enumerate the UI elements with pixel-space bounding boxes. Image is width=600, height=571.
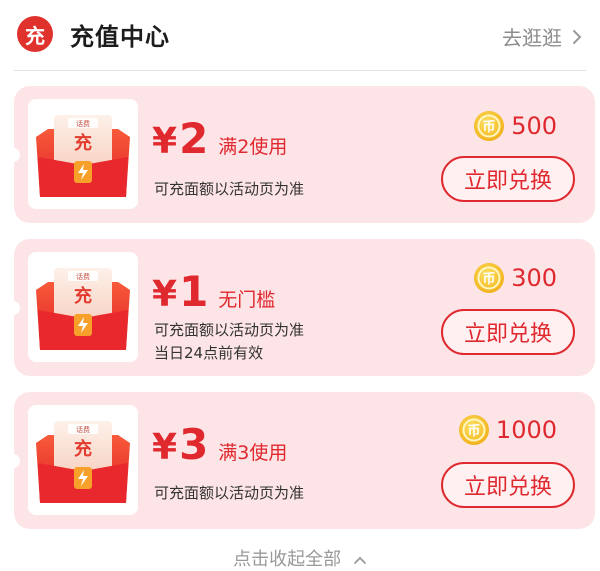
go-browse-label: 去逛逛 [502,26,562,50]
collapse-all-button[interactable]: 点击收起全部 [0,545,600,571]
coin-icon: 币 [474,111,505,141]
phone-bill-coupon-thumbnail: 话费 充 [28,405,138,515]
coupon-note: 可充面额以活动页为准 [154,180,305,198]
coupon-card: 话费 充 ¥ 2 满2使用 可充面额以活动页为准 币 500 立即兑换 [8,86,595,223]
go-browse-link[interactable]: 去逛逛 [502,22,582,51]
chevron-right-icon [573,29,582,44]
svg-text:充: 充 [74,285,92,307]
coupon-condition: 无门槛 [218,289,276,311]
phone-bill-coupon-thumbnail: 话费 充 [28,99,138,209]
coupon-price: ¥ 1 无门槛 [152,267,276,316]
coupon-price: ¥ 3 满3使用 [152,420,288,469]
coin-cost: 币 500 [473,110,557,142]
red-envelope-icon: 话费 充 [36,268,130,350]
coupon-condition: 满2使用 [218,136,288,158]
svg-text:充: 充 [74,132,92,154]
svg-text:币: 币 [483,120,496,135]
coupon-validity: 当日24点前有效 [154,344,264,362]
redeem-button[interactable]: 立即兑换 [441,156,575,202]
svg-text:币: 币 [467,424,480,439]
page-title: 充值中心 [70,23,170,51]
coupon-note: 可充面额以活动页为准 [154,484,305,502]
coin-icon: 币 [474,263,505,293]
coupon-card: 话费 充 ¥ 3 满3使用 可充面额以活动页为准 币 1000 立即兑换 [8,392,595,529]
svg-text:充: 充 [74,438,92,460]
coin-icon: 币 [458,415,489,445]
coupon-price: ¥ 2 满2使用 [152,114,288,163]
coin-amount: 300 [511,264,557,292]
svg-text:话费: 话费 [76,272,90,281]
header: 充 充值中心 去逛逛 [0,0,600,70]
coin-amount: 1000 [495,416,557,444]
coupon-card: 话费 充 ¥ 1 无门槛 可充面额以活动页为准 当日24点前有效 币 300 立… [8,239,595,376]
coin-cost: 币 1000 [458,414,557,446]
chevron-up-icon [353,556,366,564]
red-envelope-icon: 话费 充 [36,421,130,503]
card-notch [8,301,20,315]
svg-text:话费: 话费 [76,119,90,128]
phone-bill-coupon-thumbnail: 话费 充 [28,252,138,362]
red-envelope-icon: 话费 充 [36,115,130,197]
redeem-button[interactable]: 立即兑换 [441,309,575,355]
recharge-logo-icon: 充 [17,16,53,52]
coupon-note: 可充面额以活动页为准 [154,321,305,339]
redeem-button[interactable]: 立即兑换 [441,462,575,508]
coupon-condition: 满3使用 [218,442,288,464]
header-divider [14,70,586,71]
card-notch [8,454,20,468]
svg-text:话费: 话费 [76,425,90,434]
svg-text:币: 币 [483,272,496,287]
coin-amount: 500 [511,112,557,140]
coin-cost: 币 300 [473,262,557,294]
card-notch [8,148,20,162]
